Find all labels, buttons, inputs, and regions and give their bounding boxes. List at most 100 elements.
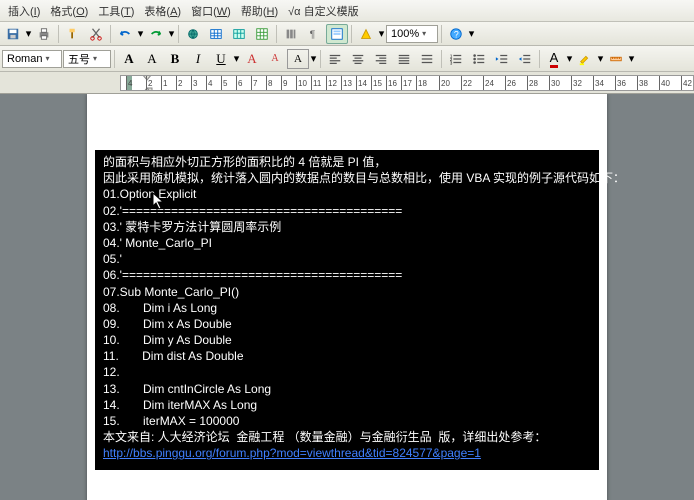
code-line: 13. Dim cntInCircle As Long [103,381,591,397]
ruler-tick: 13 [341,76,352,90]
svg-text:¶: ¶ [310,28,316,40]
drawing-button[interactable] [355,24,377,44]
underline-button[interactable]: U [210,49,232,69]
underline-dropdown[interactable]: ▾ [233,49,240,69]
ruler-tick: 20 [439,76,450,90]
code-line: 02.'====================================… [103,203,591,219]
align-center-button[interactable] [347,49,369,69]
undo-button[interactable] [114,24,136,44]
align-left-button[interactable] [324,49,346,69]
help-dropdown[interactable]: ▾ [468,24,475,44]
formatting-toolbar: Roman▾ 五号▾ A A B I U ▾ A A A ▾ 123 A ▾ ▾… [0,46,694,72]
code-line: 12. [103,364,591,380]
italic-button[interactable]: I [187,49,209,69]
source-link[interactable]: http://bbs.pinggu.org/forum.php?mod=view… [103,445,591,461]
code-line: 因此采用随机模拟，统计落入圆内的数据点的数目与总数相比，使用 VBA 实现的例子… [103,170,591,186]
bold-button[interactable]: B [164,49,186,69]
bold-a-button[interactable]: A [118,49,140,69]
font-size-combo[interactable]: 五号▾ [63,50,111,68]
menu-table[interactable]: 表格(A) [140,1,185,21]
ruler-tick: 11 [311,76,321,90]
shrink-font-button[interactable]: A [264,49,286,69]
ruler-tick: 1 [161,76,167,90]
ruler-tick: 24 [483,76,494,90]
reading-layout-button[interactable] [326,24,348,44]
drawing-dropdown[interactable]: ▾ [378,24,385,44]
zoom-combo[interactable]: 100%▾ [386,25,438,43]
ruler-tick: 15 [371,76,382,90]
highlight-button[interactable] [574,49,596,69]
ruler-tick: 38 [637,76,648,90]
ruler-tick: 40 [659,76,670,90]
ruler-tick: 6 [236,76,242,90]
code-line: 09. Dim x As Double [103,316,591,332]
document-area: 的面积与相应外切正方形的面积比的 4 倍就是 PI 值， 因此采用随机模拟，统计… [0,94,694,500]
ruler-tick: 12 [326,76,337,90]
align-right-button[interactable] [370,49,392,69]
code-line: 的面积与相应外切正方形的面积比的 4 倍就是 PI 值， [103,154,591,170]
highlight-dropdown[interactable]: ▾ [597,49,604,69]
code-line: 08. Dim i As Long [103,300,591,316]
more-dropdown[interactable]: ▾ [628,49,635,69]
ruler-tick: 7 [251,76,257,90]
ruler-tick: 8 [266,76,272,90]
ruler-tick: 4 [126,76,132,90]
increase-indent-button[interactable] [514,49,536,69]
svg-text:3: 3 [450,60,453,65]
ruler-tick: 14 [356,76,367,90]
cut-button[interactable] [85,24,107,44]
save-dropdown[interactable]: ▾ [25,24,32,44]
char-shading-dropdown[interactable]: ▾ [310,49,317,69]
insert-table-button[interactable] [228,24,250,44]
worksheet-button[interactable] [251,24,273,44]
ruler-tick: 32 [571,76,582,90]
save-button[interactable] [2,24,24,44]
ruler-tick: 42 [681,76,692,90]
format-painter-button[interactable] [62,24,84,44]
bullets-button[interactable] [468,49,490,69]
redo-dropdown[interactable]: ▾ [168,24,175,44]
undo-dropdown[interactable]: ▾ [137,24,144,44]
font-combo[interactable]: Roman▾ [2,50,62,68]
code-line: 15. iterMAX = 100000 [103,413,591,429]
decrease-indent-button[interactable] [491,49,513,69]
ruler-toggle-button[interactable] [605,49,627,69]
font-color-dropdown[interactable]: ▾ [566,49,573,69]
menu-custom[interactable]: √α 自定义模版 [284,1,362,21]
normal-a-button[interactable]: A [141,49,163,69]
horizontal-ruler[interactable]: 4212345678910111213141516171820222426283… [120,75,694,91]
ruler-tick: 16 [386,76,397,90]
ruler-tick: 10 [296,76,307,90]
menu-help[interactable]: 帮助(H) [237,1,282,21]
code-line: 01.Option Explicit [103,186,591,202]
help-button[interactable]: ? [445,24,467,44]
menu-format[interactable]: 格式(O) [46,1,92,21]
svg-text:?: ? [454,29,459,39]
columns-button[interactable] [280,24,302,44]
font-color-button[interactable]: A [543,49,565,69]
ruler-tick: 26 [505,76,516,90]
print-button[interactable] [33,24,55,44]
redo-button[interactable] [145,24,167,44]
menu-window[interactable]: 窗口(W) [187,1,235,21]
standard-toolbar: ▾ ▾ ▾ ¶ ▾ 100%▾ ? ▾ [0,22,694,46]
menu-tools[interactable]: 工具(T) [94,1,138,21]
code-line: 06.'====================================… [103,267,591,283]
code-line: 05.' [103,251,591,267]
char-shading-button[interactable]: A [287,49,309,69]
menu-insert[interactable]: 插入(I) [4,1,44,21]
grow-font-button[interactable]: A [241,49,263,69]
ruler-tick: 4 [206,76,212,90]
code-line: 07.Sub Monte_Carlo_PI() [103,284,591,300]
code-line: 本文来自: 人大经济论坛 金融工程 （数量金融）与金融衍生品 版，详细出处参考： [103,429,591,445]
numbering-button[interactable]: 123 [445,49,467,69]
code-line: 04.' Monte_Carlo_PI [103,235,591,251]
paragraph-marks-button[interactable]: ¶ [303,24,325,44]
distribute-button[interactable] [416,49,438,69]
document-page[interactable]: 的面积与相应外切正方形的面积比的 4 倍就是 PI 值， 因此采用随机模拟，统计… [87,94,607,500]
ruler-tick: 5 [221,76,227,90]
hyperlink-button[interactable] [182,24,204,44]
menu-bar: 插入(I) 格式(O) 工具(T) 表格(A) 窗口(W) 帮助(H) √α 自… [0,0,694,22]
table-button[interactable] [205,24,227,44]
align-justify-button[interactable] [393,49,415,69]
